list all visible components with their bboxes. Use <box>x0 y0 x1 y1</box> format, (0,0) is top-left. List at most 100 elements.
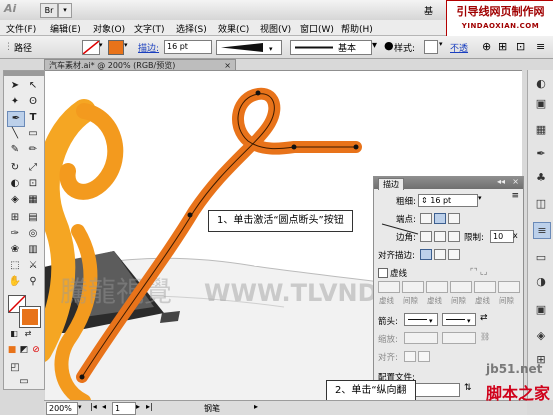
brushes-panel-icon[interactable]: ✒ <box>533 146 549 161</box>
first-artboard-icon[interactable]: |◂ <box>90 402 97 411</box>
appearance-panel-icon[interactable]: ▣ <box>533 302 549 317</box>
symbols-panel-icon[interactable]: ♣ <box>533 170 549 185</box>
graphic-styles-icon[interactable]: ◫ <box>533 196 549 211</box>
type-tool-icon[interactable]: T <box>25 111 41 125</box>
artboard-number[interactable]: 1 <box>115 404 120 413</box>
miter-join-button[interactable] <box>420 231 432 242</box>
color-guide-icon[interactable]: ▣ <box>533 96 549 111</box>
fill-dropdown-arrow[interactable]: ▾ <box>99 41 103 49</box>
stroke-panel-tab[interactable]: 描边 <box>378 178 404 190</box>
pencil-tool-icon[interactable]: ✏ <box>25 143 41 157</box>
paintbrush-tool-icon[interactable]: ✎ <box>7 143 23 157</box>
round-cap-button[interactable] <box>434 213 446 224</box>
arrow-tip-beyond-button[interactable] <box>404 351 416 362</box>
zoom-dropdown-arrow[interactable]: ▾ <box>78 403 82 411</box>
menu-object[interactable]: 对象(O) <box>93 22 125 35</box>
pen-tool-icon[interactable]: ✒ <box>7 111 25 127</box>
dashed-line-checkbox[interactable] <box>378 268 388 278</box>
link-scale-icon[interactable]: ⛓ <box>480 332 490 341</box>
end-arrowhead-select[interactable]: ▾ <box>442 313 476 326</box>
style-dropdown-arrow[interactable]: ▾ <box>439 40 443 48</box>
dash-field-3[interactable] <box>474 281 496 293</box>
brush-definition[interactable] <box>290 40 372 55</box>
perspective-grid-tool-icon[interactable]: ▦ <box>25 193 41 207</box>
stroke-dropdown-arrow[interactable]: ▾ <box>124 41 128 49</box>
lasso-tool-icon[interactable]: ʘ <box>25 95 41 109</box>
start-arrowhead-select[interactable]: ▾ <box>404 313 438 326</box>
draw-mode-icon[interactable]: ◰ <box>7 361 23 375</box>
flip-along-icon[interactable]: ⇅ <box>464 383 472 393</box>
weight-stepper-icon[interactable]: ⇕ <box>421 196 428 205</box>
panel-menu-icon[interactable]: ≡ <box>511 191 519 201</box>
rectangle-tool-icon[interactable]: ▭ <box>25 127 41 141</box>
bridge-button[interactable]: Br <box>40 3 58 18</box>
menu-select[interactable]: 选择(S) <box>176 22 207 35</box>
arrow-tip-end-button[interactable] <box>418 351 430 362</box>
zoom-value[interactable]: 200% <box>49 404 72 413</box>
artboard-tool-icon[interactable]: ⬚ <box>7 259 23 273</box>
butt-cap-button[interactable] <box>420 213 432 224</box>
variable-width-profile[interactable]: ▾ <box>216 40 282 55</box>
align-inside-button[interactable] <box>434 249 446 260</box>
dash-align-icon[interactable]: ⌜⌝ ⌞⌟ <box>470 267 488 276</box>
fill-none-swatch[interactable] <box>82 40 100 55</box>
selection-tool-icon[interactable]: ➤ <box>7 79 23 93</box>
align-icon[interactable]: ⊞ <box>498 40 507 53</box>
gradient-panel-icon[interactable]: ▭ <box>533 250 549 265</box>
stroke-weight-value[interactable]: 16 pt <box>167 42 188 51</box>
screen-mode-icon[interactable]: ▭ <box>16 375 32 389</box>
direct-selection-tool-icon[interactable]: ↖ <box>25 79 41 93</box>
transparency-panel-icon[interactable]: ◑ <box>533 274 549 289</box>
stroke-link[interactable]: 描边: <box>138 41 159 54</box>
shape-builder-tool-icon[interactable]: ◈ <box>7 193 23 207</box>
start-scale-field[interactable] <box>404 332 438 344</box>
bevel-join-button[interactable] <box>448 231 460 242</box>
arrange-documents-button[interactable]: ▾ <box>58 3 72 18</box>
align-center-button[interactable] <box>420 249 432 260</box>
eyedropper-tool-icon[interactable]: ✑ <box>7 227 23 241</box>
brush-options-icon[interactable]: ▾ <box>372 40 377 51</box>
symbol-sprayer-tool-icon[interactable]: ❀ <box>7 243 23 257</box>
workspace-label[interactable]: 基 <box>424 4 433 17</box>
transform-icon[interactable]: ⊡ <box>516 40 525 53</box>
round-join-button[interactable] <box>434 231 446 242</box>
weight-field[interactable]: ⇕ 16 pt <box>418 194 478 207</box>
dash-field-2[interactable] <box>426 281 448 293</box>
gradient-tool-icon[interactable]: ▤ <box>25 211 41 225</box>
rotate-tool-icon[interactable]: ↻ <box>7 161 23 175</box>
projecting-cap-button[interactable] <box>448 213 460 224</box>
limit-field[interactable]: 10 <box>490 230 514 243</box>
recolor-icon[interactable]: ⊕ <box>482 40 491 53</box>
opacity-link[interactable]: 不透 <box>450 41 468 54</box>
swatches-panel-icon[interactable]: ▦ <box>533 122 549 137</box>
layers-panel-icon[interactable]: ◈ <box>533 328 549 343</box>
magic-wand-tool-icon[interactable]: ✦ <box>7 95 23 109</box>
menu-edit[interactable]: 编辑(E) <box>50 22 81 35</box>
stroke-panel-icon[interactable]: ≡ <box>533 222 551 239</box>
stroke-panel-header[interactable]: 描边 ◂◂ × <box>374 177 523 190</box>
dash-field-1[interactable] <box>378 281 400 293</box>
none-mode-icon[interactable]: ⊘ <box>28 343 44 357</box>
slice-tool-icon[interactable]: ⚔ <box>25 259 41 273</box>
line-tool-icon[interactable]: ╲ <box>7 127 23 141</box>
last-artboard-icon[interactable]: ▸| <box>146 402 153 411</box>
graph-tool-icon[interactable]: ▥ <box>25 243 41 257</box>
align-outside-button[interactable] <box>448 249 460 260</box>
menu-window[interactable]: 窗口(W) <box>300 22 334 35</box>
color-panel-icon[interactable]: ◐ <box>533 76 549 91</box>
end-scale-field[interactable] <box>442 332 476 344</box>
status-menu-arrow[interactable]: ▸ <box>254 402 258 411</box>
next-artboard-icon[interactable]: ▸ <box>136 402 140 411</box>
scale-tool-icon[interactable]: ⤢ <box>25 161 41 175</box>
artboard-field[interactable]: 1 <box>112 402 136 415</box>
collapse-icon[interactable]: ◂◂ <box>497 177 505 186</box>
hand-tool-icon[interactable]: ✋ <box>7 275 23 289</box>
menu-type[interactable]: 文字(T) <box>134 22 165 35</box>
menu-view[interactable]: 视图(V) <box>260 22 291 35</box>
stroke-color-swatch[interactable] <box>108 40 124 55</box>
menu-file[interactable]: 文件(F) <box>6 22 36 35</box>
free-transform-tool-icon[interactable]: ⊡ <box>25 177 41 191</box>
menu-effect[interactable]: 效果(C) <box>218 22 249 35</box>
stroke-swatch-orange[interactable] <box>19 306 41 328</box>
warp-tool-icon[interactable]: ◐ <box>7 177 23 191</box>
